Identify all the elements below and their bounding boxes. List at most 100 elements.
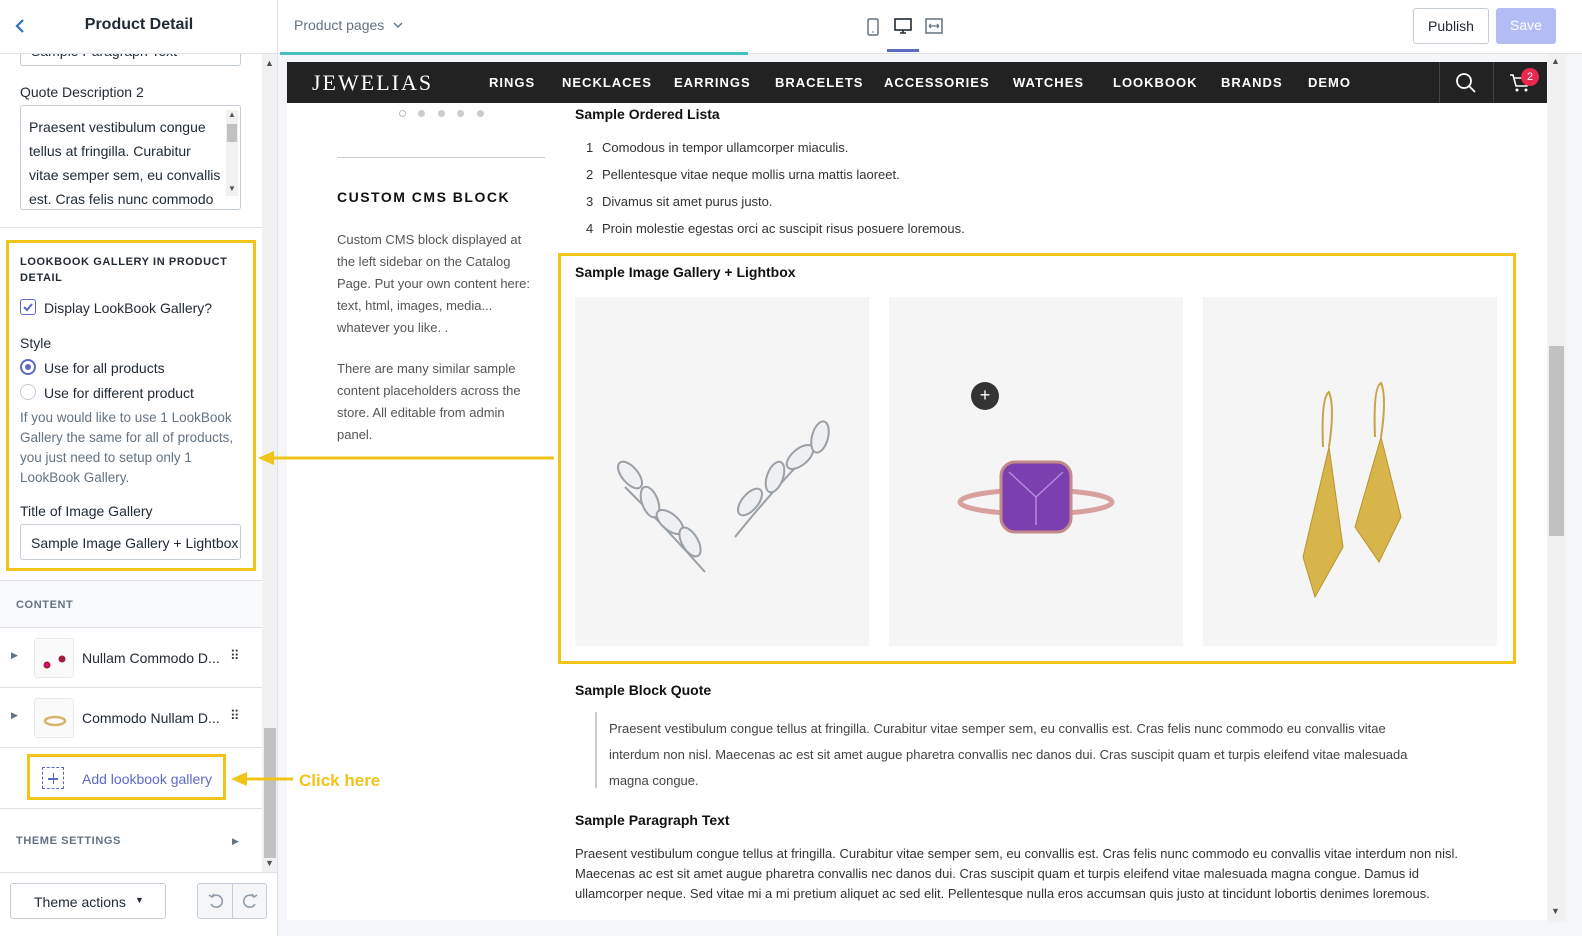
textarea-line: est. Cras felis nunc commodo bbox=[29, 191, 214, 207]
content-item-label: Nullam Commodo D... bbox=[82, 650, 220, 666]
slider-dot[interactable] bbox=[477, 110, 484, 117]
caret-right-icon[interactable]: ▶ bbox=[11, 710, 18, 721]
nav-bracelets[interactable]: BRACELETS bbox=[775, 75, 863, 90]
chevron-down-icon bbox=[393, 22, 403, 29]
editor-sidebar: Product Detail Sample Paragraph Text Quo… bbox=[0, 0, 278, 936]
quote-line: Praesent vestibulum congue tellus at fri… bbox=[609, 721, 1386, 736]
sidebar-title: Product Detail bbox=[84, 16, 194, 33]
scroll-up-icon[interactable]: ▲ bbox=[1551, 56, 1560, 66]
loading-progress-bar bbox=[280, 52, 748, 55]
nav-earrings[interactable]: EARRINGS bbox=[674, 75, 751, 90]
page-selector-label: Product pages bbox=[294, 17, 385, 33]
store-logo[interactable]: JEWELIAS bbox=[312, 70, 433, 96]
ordered-item: Comodous in tempor ullamcorper miaculis. bbox=[602, 140, 849, 155]
divider bbox=[0, 808, 262, 809]
save-button[interactable]: Save bbox=[1496, 8, 1556, 44]
textarea-scrollbar[interactable]: ▲ ▼ bbox=[226, 110, 238, 196]
gallery-title: Sample Image Gallery + Lightbox bbox=[575, 264, 796, 280]
divider bbox=[0, 227, 262, 228]
cart-count-badge: 2 bbox=[1521, 68, 1539, 86]
scroll-down-icon[interactable]: ▼ bbox=[228, 184, 236, 193]
cms-block-title: CUSTOM CMS BLOCK bbox=[337, 189, 511, 205]
cms-line: whatever you like. . bbox=[337, 320, 449, 335]
scroll-up-icon[interactable]: ▲ bbox=[228, 110, 236, 119]
ordered-num: 3 bbox=[586, 194, 594, 209]
nav-demo[interactable]: DEMO bbox=[1308, 75, 1351, 90]
cms-block-text: Custom CMS block displayed at the left s… bbox=[337, 229, 530, 339]
theme-settings-label[interactable]: THEME SETTINGS bbox=[16, 835, 121, 847]
add-lookbook-gallery-link[interactable]: Add lookbook gallery bbox=[82, 771, 212, 787]
gallery-image-amethyst-ring[interactable]: + bbox=[889, 297, 1183, 646]
slider-dot[interactable] bbox=[399, 110, 406, 117]
content-label: CONTENT bbox=[16, 599, 74, 611]
textarea-line: tellus at fringilla. Curabitur bbox=[29, 143, 191, 159]
ordered-item: Proin molestie egestas orci ac suscipit … bbox=[602, 221, 965, 236]
quote-border bbox=[595, 712, 597, 788]
cms-line: content placeholders across the bbox=[337, 383, 521, 398]
page-selector[interactable]: Product pages bbox=[294, 17, 404, 33]
nav-rings[interactable]: RINGS bbox=[489, 75, 535, 90]
cms-line: the left sidebar on the Catalog bbox=[337, 254, 511, 269]
cms-line: panel. bbox=[337, 427, 373, 442]
content-item[interactable]: ▶ Commodo Nullam D... ⠿ bbox=[0, 687, 262, 747]
caret-right-icon[interactable]: ▶ bbox=[232, 836, 239, 847]
mobile-icon[interactable] bbox=[866, 18, 880, 41]
lookbook-highlight-frame bbox=[6, 240, 256, 571]
gallery-image-leaf-earrings[interactable] bbox=[575, 297, 869, 646]
para-line: Maecenas ac est sit amet augue pharetra … bbox=[575, 866, 1420, 881]
slider-dot[interactable] bbox=[438, 110, 445, 117]
ordered-item: Divamus sit amet purus justo. bbox=[602, 194, 773, 209]
block-quote-title: Sample Block Quote bbox=[575, 682, 712, 698]
zoom-plus-icon[interactable]: + bbox=[971, 382, 999, 410]
quote-line: interdum non nisl. Maecenas ac est sit a… bbox=[609, 747, 1408, 762]
scroll-up-icon[interactable]: ▲ bbox=[265, 58, 274, 68]
caret-down-icon: ▼ bbox=[135, 895, 144, 905]
history-buttons bbox=[197, 883, 267, 919]
search-icon[interactable] bbox=[1455, 72, 1477, 99]
divider bbox=[0, 747, 262, 748]
cms-line: There are many similar sample bbox=[337, 361, 516, 376]
gallery-image-gold-earrings[interactable] bbox=[1203, 297, 1497, 646]
sidebar-header: Product Detail bbox=[0, 0, 277, 54]
ordered-num: 2 bbox=[586, 167, 594, 182]
scroll-down-icon[interactable]: ▼ bbox=[1551, 906, 1560, 916]
para-line: ullamcorper neque. Sed vitae mi a mi pre… bbox=[575, 886, 1430, 901]
nav-accessories[interactable]: ACCESSORIES bbox=[884, 75, 990, 90]
fullwidth-icon[interactable] bbox=[925, 18, 943, 39]
annotation-arrow-add bbox=[231, 772, 293, 786]
drag-handle-icon[interactable]: ⠿ bbox=[230, 708, 240, 724]
sidebar-scroll-thumb[interactable] bbox=[264, 728, 276, 858]
cms-block-text-2: There are many similar sample content pl… bbox=[337, 358, 521, 446]
cms-line: Page. Put your own content here: bbox=[337, 276, 530, 291]
add-block-icon[interactable] bbox=[42, 767, 64, 789]
nav-lookbook[interactable]: LOOKBOOK bbox=[1113, 75, 1198, 90]
nav-watches[interactable]: WATCHES bbox=[1013, 75, 1084, 90]
desktop-icon[interactable] bbox=[894, 17, 912, 40]
slider-dot[interactable] bbox=[418, 110, 425, 117]
redo-icon[interactable] bbox=[240, 891, 260, 916]
nav-brands[interactable]: BRANDS bbox=[1221, 75, 1283, 90]
quote-description-2-textarea[interactable]: Praesent vestibulum congue tellus at fri… bbox=[20, 105, 241, 210]
caret-right-icon[interactable]: ▶ bbox=[11, 650, 18, 661]
content-item-label: Commodo Nullam D... bbox=[82, 710, 220, 726]
nav-necklaces[interactable]: NECKLACES bbox=[562, 75, 652, 90]
slider-dots bbox=[397, 110, 497, 118]
preview-scroll-thumb[interactable] bbox=[1549, 346, 1564, 536]
content-item[interactable]: ▶ Nullam Commodo D... ⠿ bbox=[0, 627, 262, 687]
paragraph-title: Sample Paragraph Text bbox=[575, 812, 730, 828]
publish-button[interactable]: Publish bbox=[1413, 8, 1489, 44]
editor-topbar: Product pages Publish Save bbox=[278, 0, 1582, 54]
theme-actions-button[interactable]: Theme actions ▼ bbox=[10, 883, 166, 919]
ordered-num: 4 bbox=[586, 221, 594, 236]
block-quote-text: Praesent vestibulum congue tellus at fri… bbox=[609, 716, 1408, 794]
divider bbox=[337, 157, 545, 158]
undo-icon[interactable] bbox=[206, 891, 226, 916]
slider-dot[interactable] bbox=[457, 110, 464, 117]
textarea-line: vitae semper sem, eu convallis bbox=[29, 167, 221, 183]
theme-actions-label: Theme actions bbox=[34, 894, 126, 910]
quote-line: magna congue. bbox=[609, 773, 699, 788]
cms-line: text, html, images, media... bbox=[337, 298, 493, 313]
cms-line: store. All editable from admin bbox=[337, 405, 505, 420]
drag-handle-icon[interactable]: ⠿ bbox=[230, 648, 240, 664]
scroll-down-icon[interactable]: ▼ bbox=[265, 858, 274, 868]
